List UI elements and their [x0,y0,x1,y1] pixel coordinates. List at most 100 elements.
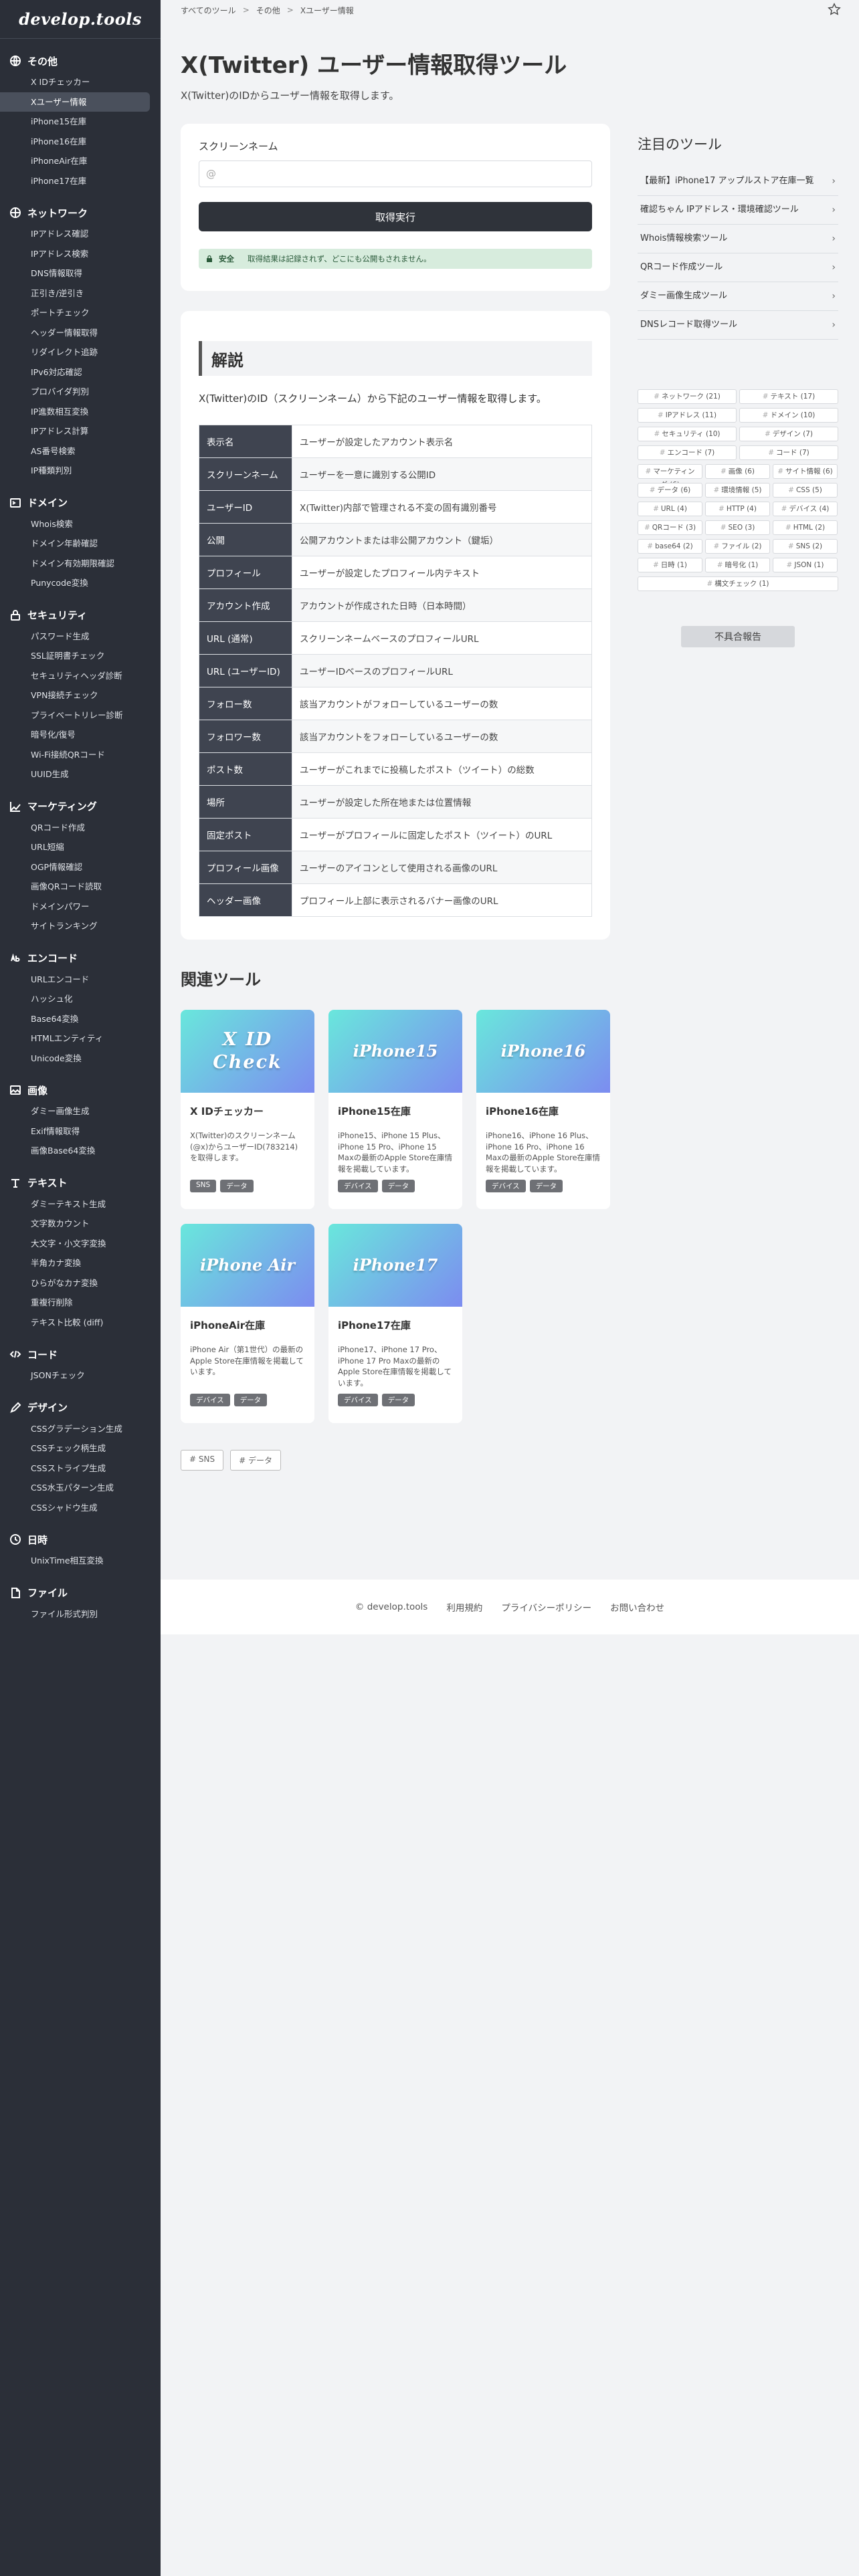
tag-sns[interactable]: # SNS [181,1450,224,1471]
tag-cloud-item[interactable]: # ファイル (2) [705,539,770,554]
tag-cloud-item[interactable]: # エンコード (7) [638,445,737,460]
star-icon[interactable] [827,2,842,17]
sidebar-item[interactable]: ドメイン有効期限確認 [0,554,150,574]
sidebar-item[interactable]: 画像QRコード読取 [0,877,150,897]
sidebar-item[interactable]: サイトランキング [0,916,150,936]
sidebar-item[interactable]: Wi-Fi接続QRコード [0,745,150,765]
related-tool-card[interactable]: iPhone Air iPhoneAir在庫 iPhone Air（第1世代）の最新… [181,1224,314,1423]
featured-tool-link[interactable]: 【最新】iPhone17 アップルストア在庫一覧 › [638,167,838,196]
sidebar-item[interactable]: 半角カナ変換 [0,1253,150,1273]
tag-cloud-item[interactable]: # コード (7) [739,445,838,460]
sidebar-item[interactable]: Unicode変換 [0,1049,150,1069]
tag-cloud-item[interactable]: # HTML (2) [773,520,838,535]
sidebar-item[interactable]: URLエンコード [0,970,150,990]
sidebar-item[interactable]: IPアドレス計算 [0,421,150,441]
tag-cloud-item[interactable]: #マーケティング (6) [638,464,702,489]
sidebar-item[interactable]: UnixTime相互変換 [0,1551,150,1571]
sidebar-item[interactable]: Xユーザー情報 [0,92,150,112]
tag-cloud-item[interactable]: # テキスト (17) [739,389,838,404]
related-tool-card[interactable]: X ID Check X IDチェッカー X(Twitter)のスクリーンネーム(@… [181,1010,314,1209]
featured-tool-link[interactable]: ダミー画像生成ツール › [638,282,838,311]
tag-cloud-item[interactable]: # 画像 (6) [705,464,770,479]
sidebar-item[interactable]: 画像Base64変換 [0,1141,150,1161]
sidebar-item[interactable]: IPv6対応確認 [0,362,150,383]
sidebar-item[interactable]: テキスト比較 (diff) [0,1313,150,1333]
sidebar-item[interactable]: プロバイダ判別 [0,382,150,402]
sidebar-item[interactable]: IP種類判別 [0,461,150,481]
submit-button[interactable]: 取得実行 [199,202,592,231]
tag-cloud-item[interactable]: # base64 (2) [638,539,702,554]
sidebar-item[interactable]: リダイレクト追跡 [0,342,150,362]
tool-tag[interactable]: データ [220,1180,254,1192]
featured-tool-link[interactable]: QRコード作成ツール › [638,253,838,282]
tag-cloud-item[interactable]: # セキュリティ (10) [638,427,737,441]
related-tool-card[interactable]: iPhone15 iPhone15在庫 iPhone15、iPhone 15 Plu… [328,1010,462,1209]
sidebar-item[interactable]: SSL証明書チェック [0,646,150,666]
featured-tool-link[interactable]: Whois情報検索ツール › [638,225,838,253]
sidebar-item[interactable]: 正引き/逆引き [0,284,150,304]
sidebar-item[interactable]: iPhoneAir在庫 [0,151,150,171]
tag-cloud-item[interactable]: # サイト情報 (6) [773,464,838,479]
sidebar-item[interactable]: QRコード作成 [0,818,150,838]
tag-cloud-item[interactable]: # 環境情報 (5) [705,483,770,498]
sidebar-item[interactable]: 大文字・小文字変換 [0,1234,150,1254]
sidebar-item[interactable]: CSSストライプ生成 [0,1459,150,1479]
sidebar-item[interactable]: ドメインパワー [0,897,150,917]
tool-tag[interactable]: デバイス [338,1394,378,1406]
breadcrumb-item[interactable]: その他 [256,5,280,16]
sidebar-item[interactable]: HTMLエンティティ [0,1029,150,1049]
tag-cloud-item[interactable]: # 暗号化 (1) [705,558,770,572]
sidebar-item[interactable]: iPhone16在庫 [0,132,150,152]
sidebar-item[interactable]: ドメイン年齢確認 [0,534,150,554]
sidebar-item[interactable]: ヘッダー情報取得 [0,323,150,343]
footer-contact-link[interactable]: お問い合わせ [610,1600,664,1614]
tag-cloud-item[interactable]: # デザイン (7) [739,427,838,441]
sidebar-item[interactable]: ファイル形式判別 [0,1604,150,1624]
screen-name-input[interactable]: @ [199,160,592,187]
sidebar-item[interactable]: CSSシャドウ生成 [0,1498,150,1518]
tool-tag[interactable]: SNS [190,1180,217,1192]
sidebar-item[interactable]: 暗号化/復号 [0,725,150,745]
tag-cloud-item[interactable]: # JSON (1) [773,558,838,572]
sidebar-item[interactable]: 文字数カウント [0,1214,150,1234]
sidebar-item[interactable]: IPアドレス検索 [0,244,150,264]
related-tool-card[interactable]: iPhone16 iPhone16在庫 iPhone16、iPhone 16 Plu… [476,1010,610,1209]
sidebar-item[interactable]: OGP情報確認 [0,857,150,877]
sidebar-item[interactable]: ハッシュ化 [0,989,150,1009]
footer-privacy-link[interactable]: プライバシーポリシー [501,1600,591,1614]
sidebar-item[interactable]: IP進数相互変換 [0,402,150,422]
tool-tag[interactable]: デバイス [190,1394,230,1406]
sidebar-item[interactable]: JSONチェック [0,1366,150,1386]
sidebar-item[interactable]: iPhone15在庫 [0,112,150,132]
sidebar-item[interactable]: プライベートリレー診断 [0,706,150,726]
tool-tag[interactable]: データ [529,1180,563,1192]
tool-tag[interactable]: デバイス [338,1180,378,1192]
featured-tool-link[interactable]: DNSレコード取得ツール › [638,311,838,340]
sidebar-item[interactable]: UUID生成 [0,764,150,784]
tag-cloud-item[interactable]: # ドメイン (10) [739,408,838,423]
sidebar-item[interactable]: セキュリティヘッダ診断 [0,666,150,686]
sidebar-item[interactable]: ダミー画像生成 [0,1101,150,1121]
tag-cloud-item[interactable]: # IPアドレス (11) [638,408,737,423]
sidebar-item[interactable]: Exif情報取得 [0,1121,150,1142]
sidebar-item[interactable]: CSSグラデーション生成 [0,1419,150,1439]
tag-cloud-item[interactable]: # 構文チェック (1) [638,576,838,591]
sidebar-item[interactable]: VPN接続チェック [0,685,150,706]
breadcrumb-item[interactable]: すべてのツール [181,5,236,16]
sidebar-item[interactable]: CSSチェック柄生成 [0,1438,150,1459]
tag-cloud-item[interactable]: # デバイス (4) [773,502,838,516]
tag-cloud-item[interactable]: # URL (4) [638,502,702,516]
footer-terms-link[interactable]: 利用規約 [446,1600,482,1614]
tool-tag[interactable]: データ [233,1394,268,1406]
tool-tag[interactable]: データ [381,1180,415,1192]
tag-cloud-item[interactable]: # SNS (2) [773,539,838,554]
site-logo[interactable]: develop.tools [0,0,161,39]
sidebar-item[interactable]: Base64変換 [0,1009,150,1029]
sidebar-item[interactable]: パスワード生成 [0,627,150,647]
sidebar-item[interactable]: ポートチェック [0,303,150,323]
sidebar-item[interactable]: URL短縮 [0,837,150,857]
sidebar-item[interactable]: 重複行削除 [0,1293,150,1313]
tag-cloud-item[interactable]: # ネットワーク (21) [638,389,737,404]
sidebar-item[interactable]: X IDチェッカー [0,72,150,92]
sidebar-item[interactable]: IPアドレス確認 [0,224,150,244]
